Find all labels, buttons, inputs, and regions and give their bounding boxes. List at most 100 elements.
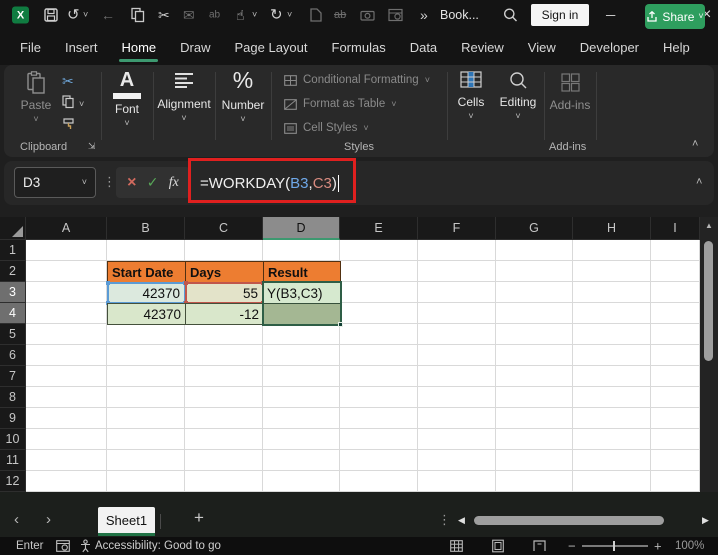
- tab-formulas[interactable]: Formulas: [320, 30, 398, 65]
- editing-chevron-icon: ˅: [515, 111, 521, 121]
- editing-menu-button[interactable]: Editing ˅: [494, 71, 542, 121]
- touch-mode-chevron-icon[interactable]: ˅: [252, 10, 257, 20]
- tab-file[interactable]: File: [8, 30, 53, 65]
- tab-insert[interactable]: Insert: [53, 30, 110, 65]
- font-a-icon: A: [119, 69, 135, 91]
- paste-chevron-icon: ˅: [33, 114, 39, 124]
- view-page-break-icon[interactable]: [533, 540, 546, 552]
- format-painter-icon[interactable]: [62, 117, 76, 131]
- zoom-in-button[interactable]: +: [654, 539, 662, 554]
- formula-input[interactable]: =WORKDAY(B3, C3): [200, 161, 339, 205]
- macro-record-icon[interactable]: [56, 540, 70, 552]
- tab-review[interactable]: Review: [449, 30, 516, 65]
- tab-help[interactable]: Help: [651, 30, 702, 65]
- lookup-sheet-icon: [388, 8, 403, 22]
- prev-sheet-icon[interactable]: ‹: [14, 512, 19, 527]
- tab-home[interactable]: Home: [109, 30, 168, 65]
- cells-menu-button[interactable]: Cells ˅: [450, 71, 492, 121]
- cell-D2[interactable]: Result: [263, 261, 341, 283]
- cut-icon[interactable]: ✂: [158, 8, 170, 22]
- styles-group-label: Styles: [344, 141, 374, 153]
- expand-formula-bar-icon[interactable]: ˄: [696, 177, 702, 188]
- undo-icon[interactable]: ↺: [67, 8, 80, 23]
- cell-B3[interactable]: 42370: [106, 281, 187, 305]
- cell-C3[interactable]: 55: [184, 281, 265, 305]
- zoom-slider-thumb[interactable]: [613, 541, 615, 551]
- clipboard-dialog-launcher-icon[interactable]: ⇲: [88, 141, 96, 152]
- new-file-icon: [310, 8, 322, 22]
- excel-logo-icon[interactable]: X: [12, 6, 29, 24]
- percent-icon: %: [232, 67, 254, 93]
- cut-ribbon-icon[interactable]: ✂: [62, 73, 74, 90]
- paste-button: Paste ˅: [14, 71, 58, 124]
- copy-chevron-icon[interactable]: ˅: [79, 100, 84, 109]
- tab-view[interactable]: View: [516, 30, 568, 65]
- back-icon: ←: [101, 7, 115, 23]
- number-menu-button[interactable]: % Number ˅: [218, 67, 268, 124]
- font-chevron-icon: ˅: [124, 118, 130, 128]
- redo-chevron-icon[interactable]: ˅: [287, 10, 292, 20]
- accessibility-status[interactable]: Accessibility: Good to go: [95, 540, 221, 552]
- next-sheet-icon[interactable]: ›: [46, 512, 51, 527]
- tab-data[interactable]: Data: [398, 30, 449, 65]
- name-box[interactable]: D3 ˅: [14, 167, 96, 198]
- hscroll-right-icon[interactable]: ▶: [702, 515, 709, 526]
- divider: [596, 72, 597, 140]
- tab-page-layout[interactable]: Page Layout: [223, 30, 320, 65]
- search-icon[interactable]: [503, 8, 518, 23]
- cancel-formula-icon[interactable]: ×: [127, 174, 136, 192]
- font-menu-button[interactable]: A Font ˅: [104, 70, 150, 128]
- cell-D4[interactable]: [263, 303, 341, 325]
- zoom-out-button[interactable]: −: [568, 539, 576, 554]
- accessibility-icon: [80, 539, 91, 553]
- addins-button: Add-ins: [547, 73, 593, 112]
- replace-icon: ab: [209, 9, 221, 21]
- sign-in-button[interactable]: Sign in: [531, 4, 589, 26]
- redo-icon[interactable]: ↻: [270, 8, 283, 23]
- alignment-lines-icon: [175, 73, 193, 88]
- vertical-scroll-thumb[interactable]: [704, 241, 713, 361]
- horizontal-scroll-thumb[interactable]: [474, 516, 664, 525]
- zoom-level[interactable]: 100%: [675, 540, 704, 552]
- cell-C2[interactable]: Days: [185, 261, 264, 283]
- cell-D3-editing[interactable]: Y(B3,C3): [263, 282, 341, 304]
- alignment-chevron-icon: ˅: [181, 113, 187, 123]
- minimize-button[interactable]: ─: [606, 8, 615, 23]
- status-bar: Enter Accessibility: Good to go − + 100%: [0, 537, 718, 555]
- alignment-menu-button[interactable]: Alignment ˅: [156, 72, 212, 123]
- copy-ribbon-icon[interactable]: [62, 95, 75, 109]
- cell-C4[interactable]: -12: [185, 303, 264, 325]
- enter-formula-icon[interactable]: ✓: [147, 174, 159, 191]
- save-icon[interactable]: [44, 8, 58, 22]
- scroll-up-icon[interactable]: ▲: [705, 221, 713, 230]
- editing-search-icon: [509, 72, 526, 89]
- font-color-bar-icon: [113, 93, 141, 99]
- sheet-options-dots-icon[interactable]: ⋮: [438, 512, 451, 528]
- cell-B4[interactable]: 42370: [107, 303, 186, 325]
- hscroll-left-icon[interactable]: ◀: [458, 515, 465, 526]
- collapse-ribbon-icon[interactable]: ˄: [692, 139, 698, 150]
- touch-mode-icon[interactable]: ☝: [236, 8, 245, 22]
- view-page-layout-icon[interactable]: [492, 539, 504, 553]
- format-as-table-button: Format as Table ˅: [284, 98, 397, 110]
- conditional-formatting-icon: [284, 74, 297, 86]
- tab-draw[interactable]: Draw: [168, 30, 222, 65]
- cell-B2[interactable]: Start Date: [107, 261, 186, 283]
- insert-function-icon[interactable]: fx: [169, 175, 179, 191]
- more-commands-icon[interactable]: »: [420, 8, 428, 22]
- zoom-slider-track[interactable]: [582, 545, 648, 547]
- undo-chevron-icon[interactable]: ˅: [83, 10, 88, 20]
- vertical-scrollbar[interactable]: ▲ ▼: [700, 217, 718, 512]
- camera-icon: [360, 9, 375, 21]
- formula-ref2: C3: [312, 174, 332, 192]
- add-sheet-button[interactable]: +: [194, 509, 204, 526]
- mail-icon: ✉: [183, 7, 195, 23]
- share-button[interactable]: Share ˅: [645, 4, 705, 29]
- view-normal-icon[interactable]: [450, 540, 463, 552]
- addins-grid-icon: [560, 73, 580, 92]
- data-overlay: Start Date Days Result 42370 55 Y(B3,C3)…: [0, 217, 700, 492]
- sheet-tab-sheet1[interactable]: Sheet1: [98, 507, 155, 536]
- tab-developer[interactable]: Developer: [568, 30, 651, 65]
- cell-styles-button: Cell Styles ˅: [284, 122, 369, 134]
- copy-icon[interactable]: [131, 7, 145, 23]
